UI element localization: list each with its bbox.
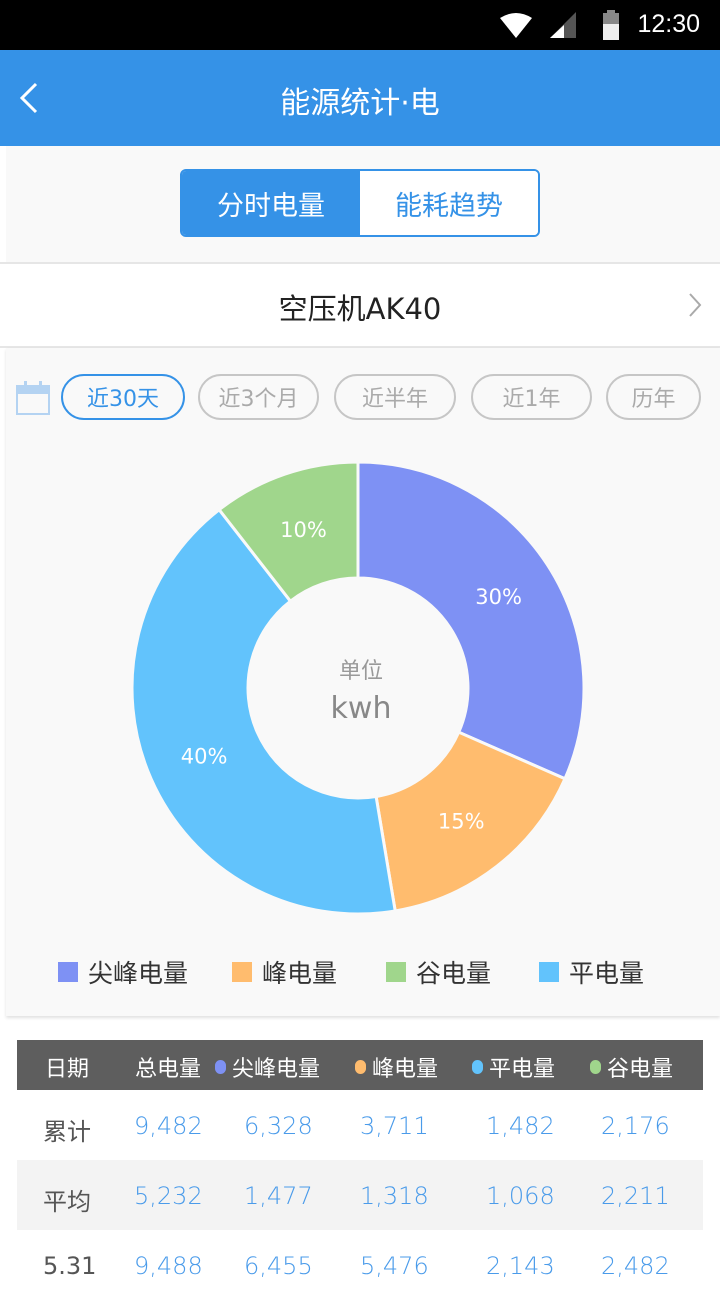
legend-swatch: [386, 962, 406, 982]
cell-flat: 1,068: [486, 1182, 555, 1210]
legend-item-valley: 谷电量: [386, 954, 491, 990]
header-flat: 平电量: [472, 1051, 555, 1083]
segmented-control: 分时电量 能耗趋势: [180, 169, 540, 237]
donut-chart: 30% 15% 40% 10% 单位 kwh: [130, 460, 586, 916]
cell-total: 5,232: [134, 1182, 203, 1210]
table-row: 5.31 9,488 6,455 5,476 2,143 2,482: [17, 1230, 703, 1300]
battery-icon: [603, 10, 619, 40]
table-row: 平均 5,232 1,477 1,318 1,068 2,211: [17, 1160, 703, 1230]
legend-swatch: [58, 962, 78, 982]
legend-label: 平电量: [569, 959, 645, 988]
flat-dot: [472, 1060, 483, 1074]
legend-label: 谷电量: [416, 959, 492, 988]
cell-peak: 1,318: [360, 1182, 429, 1210]
row-label: 5.31: [43, 1252, 97, 1280]
slice-label: 30%: [475, 585, 522, 609]
cell-valley: 2,211: [601, 1182, 670, 1210]
chevron-right-icon: [689, 293, 702, 317]
center-unit: kwh: [331, 691, 392, 726]
cell-sharp-peak: 6,455: [244, 1252, 313, 1280]
row-label: 累计: [43, 1118, 91, 1146]
cell-valley: 2,482: [601, 1252, 670, 1280]
cell-signal-icon: [550, 12, 576, 38]
status-bar: 12:30: [0, 0, 720, 50]
row-label: 平均: [43, 1188, 91, 1216]
header-valley: 谷电量: [590, 1051, 673, 1083]
peak-dot: [355, 1060, 366, 1074]
cell-total: 9,488: [134, 1252, 203, 1280]
energy-table: 日期 总电量 尖峰电量 峰电量 平电量 谷电量 累计 9,482 6,328 3…: [17, 1040, 703, 1300]
header-sharp-peak: 尖峰电量: [215, 1051, 320, 1083]
sharp-peak-dot: [215, 1060, 226, 1074]
legend-label: 峰电量: [262, 959, 338, 988]
table-row: 累计 9,482 6,328 3,711 1,482 2,176: [17, 1090, 703, 1160]
legend-item-sharp-peak: 尖峰电量: [58, 954, 188, 990]
legend-label: 尖峰电量: [88, 959, 189, 988]
chart-legend: 尖峰电量 峰电量 谷电量 平电量: [6, 954, 720, 994]
tab-time-of-use[interactable]: 分时电量: [182, 171, 360, 235]
legend-swatch: [232, 962, 252, 982]
valley-dot: [590, 1060, 601, 1074]
wifi-icon: [500, 13, 532, 38]
cell-peak: 3,711: [360, 1112, 429, 1140]
cell-peak: 5,476: [360, 1252, 429, 1280]
tab-consumption-trend[interactable]: 能耗趋势: [360, 171, 538, 235]
legend-item-flat: 平电量: [539, 954, 644, 990]
cell-sharp-peak: 1,477: [244, 1182, 313, 1210]
header-total: 总电量: [135, 1057, 202, 1082]
segment-area: 分时电量 能耗趋势: [6, 146, 720, 262]
cell-valley: 2,176: [601, 1112, 670, 1140]
app-bar: 能源统计·电: [0, 50, 720, 146]
slice-label: 40%: [181, 744, 228, 768]
table-header: 日期 总电量 尖峰电量 峰电量 平电量 谷电量: [17, 1040, 703, 1090]
device-selector[interactable]: 空压机AK40: [0, 262, 720, 348]
page-title: 能源统计·电: [280, 86, 440, 121]
legend-swatch: [539, 962, 559, 982]
header-date: 日期: [45, 1057, 90, 1082]
donut-slice-0: [356, 460, 586, 781]
clock: 12:30: [637, 10, 700, 38]
legend-item-peak: 峰电量: [232, 954, 337, 990]
cell-total: 9,482: [134, 1112, 203, 1140]
center-label: 单位: [339, 659, 383, 684]
header-peak: 峰电量: [355, 1051, 438, 1083]
device-name: 空压机AK40: [278, 292, 442, 326]
cell-flat: 1,482: [486, 1112, 555, 1140]
cell-sharp-peak: 6,328: [244, 1112, 313, 1140]
cell-flat: 2,143: [486, 1252, 555, 1280]
chart-card: 近30天 近3个月 近半年 近1年 历年 30% 15% 40% 10% 单位 kwh…: [6, 348, 720, 1016]
slice-label: 15%: [438, 810, 485, 834]
slice-label: 10%: [280, 518, 327, 542]
